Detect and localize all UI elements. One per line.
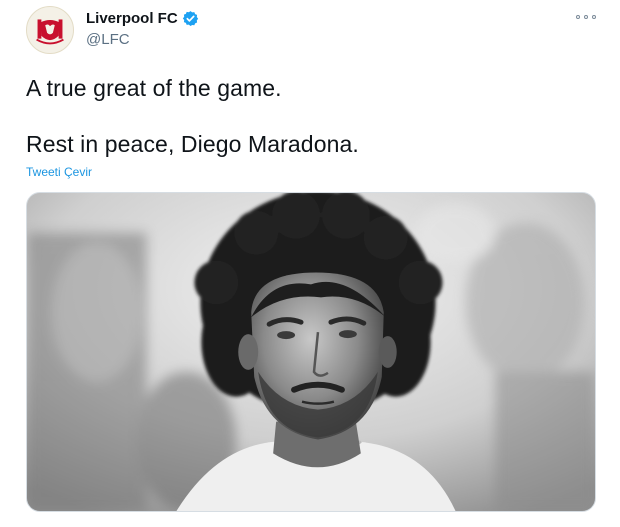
more-dot [576, 15, 580, 19]
tweet-photo[interactable] [26, 192, 596, 512]
verified-badge-icon [182, 11, 198, 26]
author-display-name[interactable]: Liverpool FC [86, 10, 178, 27]
more-dot [592, 15, 596, 19]
author-handle[interactable]: @LFC [86, 31, 130, 48]
translate-tweet-link[interactable]: Tweeti Çevir [26, 165, 92, 179]
more-dot [584, 15, 588, 19]
author-name-row[interactable]: Liverpool FC [86, 10, 199, 27]
tweet-text: A true great of the game. Rest in peace,… [26, 74, 586, 158]
liverbird-crest-icon [28, 8, 72, 52]
avatar[interactable] [26, 6, 74, 54]
more-options-icon[interactable] [576, 10, 596, 24]
tweet-text-line: Rest in peace, Diego Maradona. [26, 131, 359, 157]
tweet-text-line: A true great of the game. [26, 75, 282, 101]
portrait-photo [27, 193, 595, 511]
tweet-card: Liverpool FC @LFC A true great of the ga… [0, 0, 620, 527]
